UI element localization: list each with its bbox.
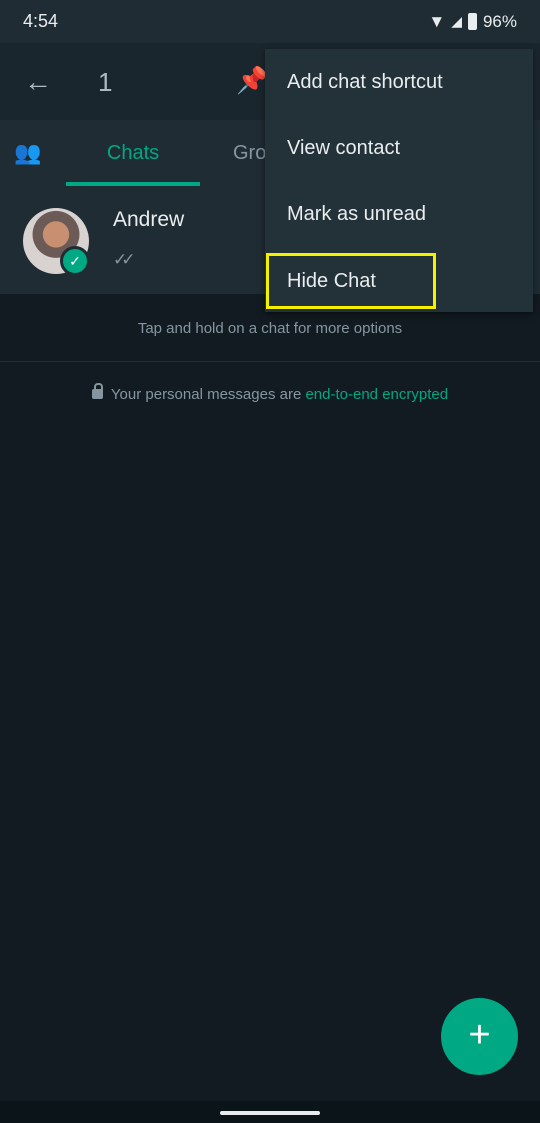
tab-chats[interactable]: Chats: [66, 120, 200, 186]
double-tick-icon: ✓✓: [113, 250, 135, 269]
signal-roaming-icon: ◢: [451, 13, 462, 29]
selected-count: 1: [98, 67, 113, 97]
battery-percent: 96%: [482, 11, 517, 31]
overflow-menu: Add chat shortcut View contact Mark as u…: [265, 49, 533, 312]
plus-icon: +: [468, 1014, 491, 1056]
menu-item-hide-chat[interactable]: Hide Chat: [266, 253, 436, 309]
clock: 4:54: [23, 11, 59, 31]
selected-check-icon: ✓: [60, 246, 90, 276]
encryption-notice: Your personal messages are end-to-end en…: [0, 383, 540, 403]
status-bar: 4:54 ▼ ◢ 96%: [0, 0, 540, 43]
lock-icon: [91, 383, 103, 399]
pin-icon[interactable]: 📌: [236, 65, 268, 96]
wifi-icon: ▼: [428, 11, 446, 31]
hint-text: Tap and hold on a chat for more options: [137, 320, 403, 337]
divider: [0, 361, 540, 362]
back-arrow-icon[interactable]: ←: [24, 67, 54, 97]
chat-name: Andrew: [113, 208, 185, 231]
menu-item-view-contact[interactable]: View contact: [265, 115, 533, 181]
menu-item-add-chat-shortcut[interactable]: Add chat shortcut: [265, 49, 533, 115]
new-chat-button[interactable]: +: [441, 998, 518, 1075]
navigation-bar: [0, 1101, 540, 1123]
encryption-link[interactable]: end-to-end encrypted: [305, 386, 448, 403]
battery-charging-icon: [467, 13, 477, 30]
home-handle[interactable]: [220, 1111, 320, 1115]
menu-item-mark-as-unread[interactable]: Mark as unread: [265, 181, 533, 247]
communities-icon[interactable]: 👥: [14, 140, 41, 166]
tab-groups[interactable]: Gro: [233, 120, 266, 186]
